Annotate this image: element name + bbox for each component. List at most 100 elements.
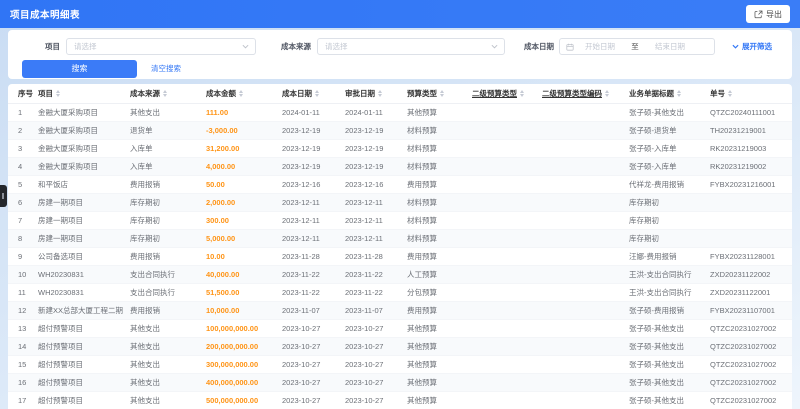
cell-cost-source: 其他支出 [130, 391, 206, 409]
cell-project: 超付预警项目 [38, 355, 130, 374]
search-button[interactable]: 搜索 [22, 59, 137, 78]
cell-approval-date: 2023-10-27 [345, 337, 407, 356]
cell-budget-type: 费用预算 [407, 301, 472, 320]
cost-date-range-picker[interactable]: 开始日期 至 结束日期 [559, 38, 715, 55]
clear-search-button[interactable]: 清空搜索 [151, 63, 181, 74]
cell-approval-date: 2023-12-19 [345, 157, 407, 176]
cell-cost-amount: 40,000.00 [206, 265, 282, 284]
cell-doc-no: TH20231219001 [710, 121, 792, 140]
sort-arrows-icon [605, 90, 609, 98]
cell-cost-amount: 400,000,000.00 [206, 373, 282, 392]
cell-sub-budget-type [472, 139, 542, 158]
cell-doc-title: 张子硕-其他支出 [629, 391, 710, 409]
cell-cost-date: 2023-12-11 [282, 229, 345, 248]
cell-doc-no: QTZC20231027002 [710, 355, 792, 374]
cell-cost-date: 2024-01-11 [282, 103, 345, 122]
cell-sub-budget-type-code [542, 265, 629, 284]
column-header-project[interactable]: 项目 [38, 84, 130, 104]
cell-project: 超付预警项目 [38, 391, 130, 409]
cost-date-filter-label: 成本日期 [524, 42, 554, 51]
cell-cost-date: 2023-12-16 [282, 175, 345, 194]
cell-approval-date: 2023-10-27 [345, 391, 407, 409]
column-header-approval-date[interactable]: 审批日期 [345, 84, 407, 104]
column-header-cost-date[interactable]: 成本日期 [282, 84, 345, 104]
cell-sub-budget-type-code [542, 103, 629, 122]
cell-budget-type: 分包预算 [407, 283, 472, 302]
table-row: 7 房建一期项目 库存期初 300.00 2023-12-11 2023-12-11 材料预… [8, 211, 792, 230]
cell-approval-date: 2023-12-11 [345, 229, 407, 248]
cell-sub-budget-type [472, 247, 542, 266]
cell-sub-budget-type [472, 229, 542, 248]
cell-doc-title: 张子硕-其他支出 [629, 337, 710, 356]
column-header-doc-title[interactable]: 业务单据标题 [629, 84, 710, 104]
cell-sub-budget-type-code [542, 121, 629, 140]
cell-doc-title: 王洪-支出合同执行 [629, 283, 710, 302]
cell-doc-title: 张子硕-入库单 [629, 157, 710, 176]
cell-sub-budget-type-code [542, 355, 629, 374]
cell-doc-no: FYBX20231128001 [710, 247, 792, 266]
cell-budget-type: 材料预算 [407, 211, 472, 230]
column-header-doc-no[interactable]: 单号 [710, 84, 792, 104]
column-header-budget-type[interactable]: 预算类型 [407, 84, 472, 104]
cell-doc-no: FYBX20231216001 [710, 175, 792, 194]
project-select[interactable]: 请选择 [66, 38, 256, 55]
cell-cost-amount: 100,000,000.00 [206, 319, 282, 338]
cell-doc-no: FYBX20231107001 [710, 301, 792, 320]
table-row: 3 金融大厦采购项目 入库单 31,200.00 2023-12-19 2023-12-1… [8, 139, 792, 158]
sort-arrows-icon [520, 90, 524, 98]
table-row: 11 WH20230831 支出合同执行 51,500.00 2023-11-22 202… [8, 283, 792, 302]
cell-cost-amount: 500,000,000.00 [206, 391, 282, 409]
column-header-sub-budget-type-code[interactable]: 二级预算类型编码 [542, 84, 629, 104]
sort-arrows-icon [315, 90, 319, 98]
column-header-cost-amount[interactable]: 成本金额 [206, 84, 282, 104]
cell-sub-budget-type-code [542, 391, 629, 409]
cell-budget-type: 费用预算 [407, 247, 472, 266]
cell-approval-date: 2023-12-11 [345, 211, 407, 230]
cost-source-select[interactable]: 请选择 [317, 38, 505, 55]
cell-approval-date: 2024-01-11 [345, 103, 407, 122]
cell-index: 11 [8, 283, 38, 302]
chevron-down-icon [732, 44, 739, 49]
cell-cost-source: 其他支出 [130, 337, 206, 356]
cell-index: 17 [8, 391, 38, 409]
cell-cost-date: 2023-10-27 [282, 337, 345, 356]
end-date-input[interactable]: 结束日期 [644, 41, 696, 52]
expand-filters-link[interactable]: 展开筛选 [732, 41, 772, 52]
cell-cost-source: 入库单 [130, 139, 206, 158]
cell-budget-type: 材料预算 [407, 157, 472, 176]
cell-cost-amount: 31,200.00 [206, 139, 282, 158]
cell-index: 3 [8, 139, 38, 158]
cell-cost-source: 费用报销 [130, 301, 206, 320]
cell-sub-budget-type [472, 355, 542, 374]
cell-index: 12 [8, 301, 38, 320]
cell-index: 6 [8, 193, 38, 212]
cell-cost-source: 支出合同执行 [130, 265, 206, 284]
side-panel-handle[interactable] [0, 185, 7, 207]
cell-approval-date: 2023-10-27 [345, 373, 407, 392]
cell-budget-type: 其他预算 [407, 337, 472, 356]
expand-filters-label: 展开筛选 [742, 42, 772, 51]
column-header-index: 序号 [8, 84, 38, 104]
date-separator: 至 [631, 42, 639, 51]
cell-project: 新建XX总部大厦工程二期 [38, 301, 130, 320]
cell-sub-budget-type-code [542, 247, 629, 266]
column-header-sub-budget-type[interactable]: 二级预算类型 [472, 84, 542, 104]
cell-index: 5 [8, 175, 38, 194]
start-date-input[interactable]: 开始日期 [574, 41, 626, 52]
cell-cost-date: 2023-12-11 [282, 193, 345, 212]
cell-doc-no: QTZC20240111001 [710, 103, 792, 122]
cell-cost-date: 2023-10-27 [282, 373, 345, 392]
cell-sub-budget-type-code [542, 283, 629, 302]
table-row: 14 超付预警项目 其他支出 200,000,000.00 2023-10-27 2023… [8, 337, 792, 356]
cell-doc-title: 王洪-支出合同执行 [629, 265, 710, 284]
cell-sub-budget-type-code [542, 301, 629, 320]
sort-arrows-icon [163, 90, 167, 98]
cell-cost-amount: 200,000,000.00 [206, 337, 282, 356]
cell-approval-date: 2023-11-07 [345, 301, 407, 320]
chevron-down-icon [242, 44, 249, 49]
cell-index: 4 [8, 157, 38, 176]
table-row: 10 WH20230831 支出合同执行 40,000.00 2023-11-22 202… [8, 265, 792, 284]
export-button[interactable]: 导出 [746, 5, 790, 23]
cell-sub-budget-type-code [542, 211, 629, 230]
column-header-cost-source[interactable]: 成本来源 [130, 84, 206, 104]
